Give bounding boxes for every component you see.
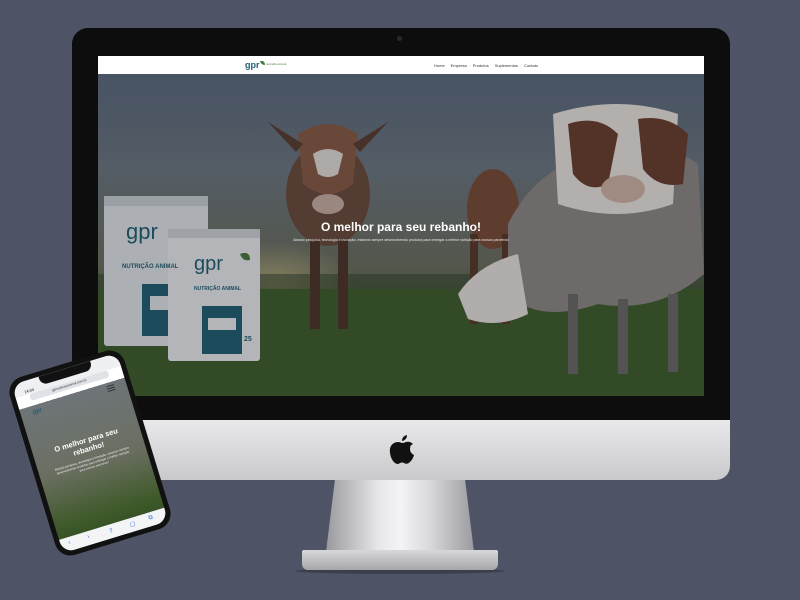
gpr-logo-icon[interactable]: gpr xyxy=(245,59,267,71)
imac-stand-neck xyxy=(326,480,474,552)
desktop-website-screen: gpr nutrição animal Home Empresa Produto… xyxy=(98,56,704,396)
imac-stand-base xyxy=(302,550,498,570)
hero-dark-overlay xyxy=(98,74,704,396)
svg-text:gpr: gpr xyxy=(32,407,44,416)
hero-title: O melhor para seu rebanho! xyxy=(320,220,482,234)
nav-item-home[interactable]: Home xyxy=(434,63,445,68)
bookmarks-icon[interactable]: ▢ xyxy=(129,520,136,528)
site-header: gpr nutrição animal Home Empresa Produto… xyxy=(98,56,704,74)
tabs-icon[interactable]: ⧉ xyxy=(148,515,154,523)
nav-item-contato[interactable]: Contato xyxy=(524,63,538,68)
share-icon[interactable]: ⇧ xyxy=(108,527,115,535)
forward-icon[interactable]: › xyxy=(87,534,91,540)
logo-tagline: nutrição animal xyxy=(266,62,287,66)
hero-subtitle: Aliando pesquisa, tecnologia e inovação,… xyxy=(293,238,509,242)
hamburger-menu-icon[interactable] xyxy=(106,384,116,393)
hero-banner: gpr gpr NUTRIÇÃO ANIMAL NUTRIÇÃO ANIMAL … xyxy=(98,74,704,396)
nav-item-produtos[interactable]: Produtos xyxy=(473,63,489,68)
nav-item-empresa[interactable]: Empresa xyxy=(451,63,467,68)
back-icon[interactable]: ‹ xyxy=(68,540,72,546)
mobile-gpr-logo-icon[interactable]: gpr xyxy=(31,404,47,416)
nav-item-suplementos[interactable]: Suplementos xyxy=(495,63,518,68)
apple-logo-icon xyxy=(389,435,414,464)
camera-dot xyxy=(397,36,402,41)
main-nav: Home Empresa Produtos Suplementos Contat… xyxy=(434,56,538,74)
svg-text:gpr: gpr xyxy=(245,60,260,70)
